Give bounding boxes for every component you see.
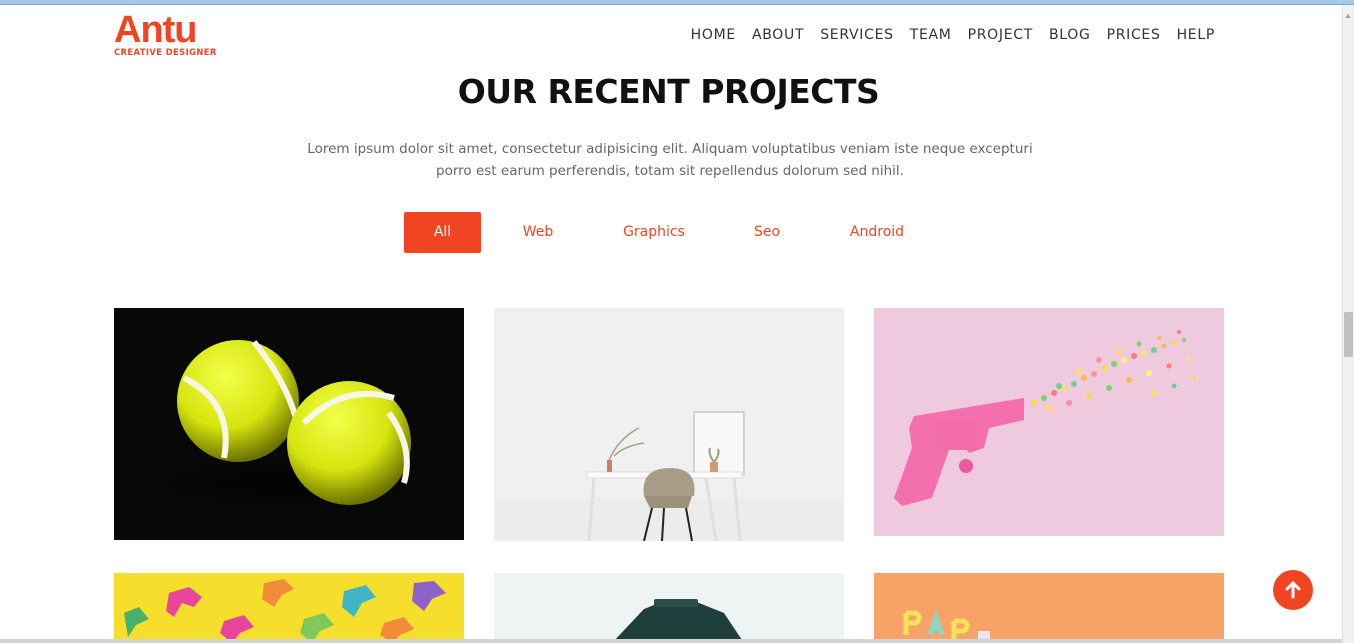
browser-top-edge xyxy=(0,0,1354,5)
filter-seo[interactable]: Seo xyxy=(744,212,790,253)
filter-all[interactable]: All xyxy=(404,212,481,253)
desk-chair-image xyxy=(494,308,844,541)
logo-name: Antu xyxy=(114,9,198,51)
project-tile-desk[interactable] xyxy=(494,308,844,541)
section-description: Lorem ipsum dolor sit amet, consectetur … xyxy=(307,141,1033,179)
nav-help[interactable]: HELP xyxy=(1177,27,1215,43)
scroll-up-arrow-icon[interactable] xyxy=(1345,14,1351,18)
project-tile-tennis-balls[interactable] xyxy=(114,308,464,540)
horizontal-scrollbar[interactable] xyxy=(0,639,1342,643)
project-tile-typewriter[interactable] xyxy=(494,573,844,643)
scroll-thumb[interactable] xyxy=(1344,312,1353,357)
party-letters-image xyxy=(874,573,1224,643)
filter-graphics[interactable]: Graphics xyxy=(616,212,692,253)
nav-services[interactable]: SERVICES xyxy=(820,27,894,43)
nav-blog[interactable]: BLOG xyxy=(1049,27,1091,43)
filter-web[interactable]: Web xyxy=(510,212,566,253)
nav-prices[interactable]: PRICES xyxy=(1107,27,1161,43)
nav-project[interactable]: PROJECT xyxy=(968,27,1033,43)
project-tile-pink-gun[interactable] xyxy=(874,308,1224,536)
back-to-top-button[interactable] xyxy=(1273,570,1313,610)
nav-team[interactable]: TEAM xyxy=(910,27,952,43)
toy-dinosaurs-image xyxy=(114,573,464,643)
vertical-scrollbar[interactable] xyxy=(1342,5,1354,643)
section-title: OUR RECENT PROJECTS xyxy=(457,72,880,111)
pink-gun-sprinkles-image xyxy=(874,308,1224,536)
project-tile-party[interactable] xyxy=(874,573,1224,643)
logo-tagline: CREATIVE DESIGNER xyxy=(114,47,217,57)
main-nav: HOME ABOUT SERVICES TEAM PROJECT BLOG PR… xyxy=(691,27,1215,43)
nav-about[interactable]: ABOUT xyxy=(752,27,804,43)
logo[interactable]: Antu CREATIVE DESIGNER xyxy=(114,9,239,58)
filter-android[interactable]: Android xyxy=(844,212,910,253)
arrow-up-icon xyxy=(1285,581,1301,599)
typewriter-image xyxy=(494,573,844,643)
project-tile-dinosaurs[interactable] xyxy=(114,573,464,643)
nav-home[interactable]: HOME xyxy=(691,27,736,43)
tennis-balls-image xyxy=(114,308,464,540)
